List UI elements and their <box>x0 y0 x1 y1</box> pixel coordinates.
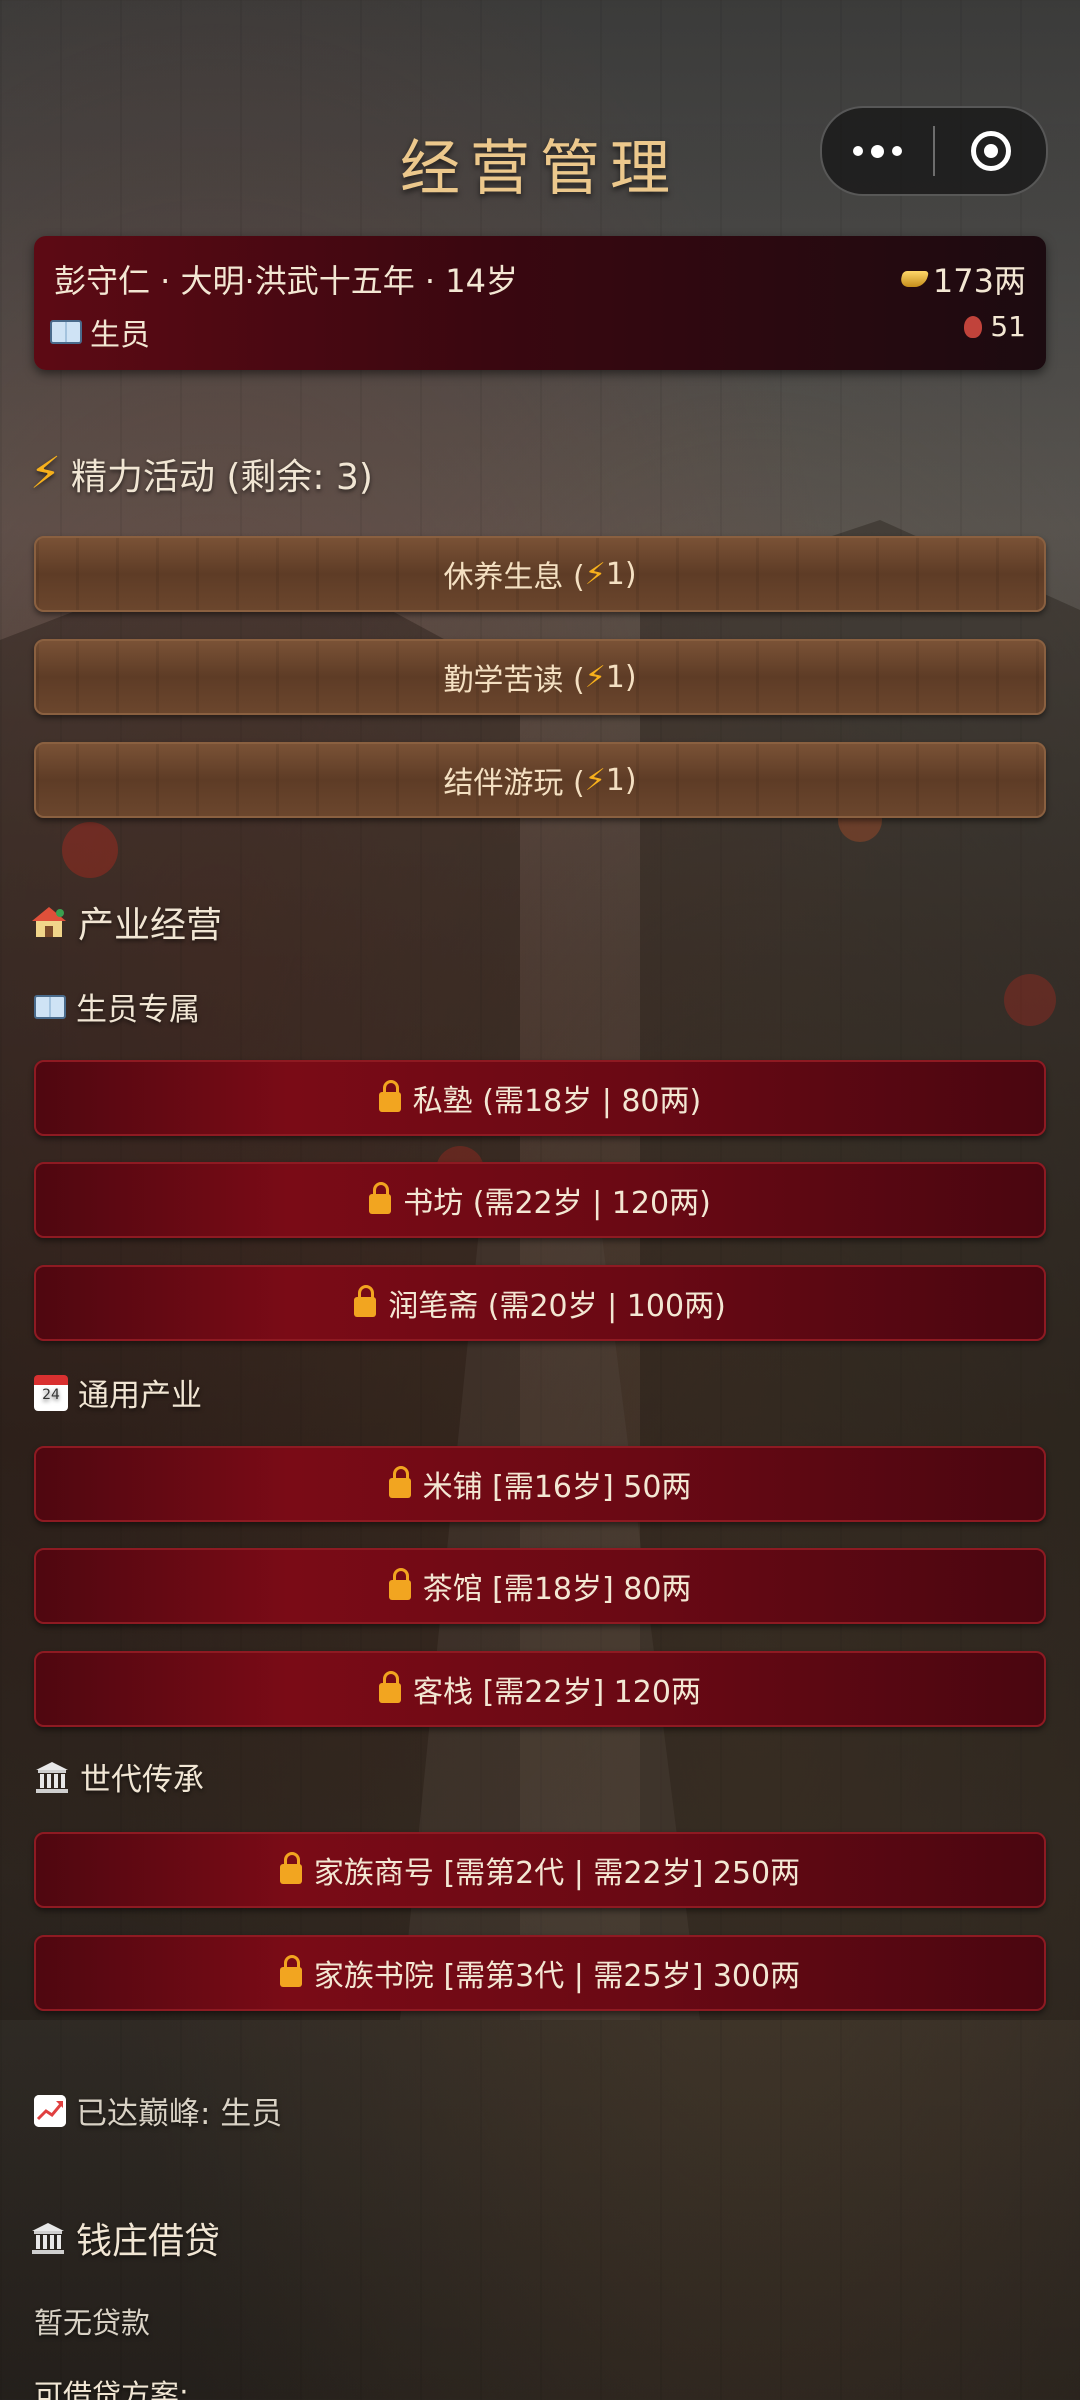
pouch-display: 51 <box>964 310 1026 343</box>
classical-building-icon <box>36 1761 68 1793</box>
close-button[interactable] <box>935 108 1046 194</box>
legacy-heading: 世代传承 <box>34 1754 204 1799</box>
industry-heading: 产业经营 <box>30 896 222 948</box>
target-circle-icon <box>970 131 1011 171</box>
lock-icon <box>388 1466 411 1498</box>
lock-icon <box>388 1568 411 1600</box>
character-info: 彭守仁 · 大明·洪武十五年 · 14岁 <box>54 262 518 300</box>
scholar-heading-text: 生员专属 <box>76 992 200 1028</box>
lock-icon <box>369 1182 392 1214</box>
loan-plans-label: 可借贷方案: <box>34 2378 189 2400</box>
chart-up-icon <box>34 2094 66 2127</box>
scholar-heading: 生员专属 <box>34 984 200 1029</box>
character-status-card: 彭守仁 · 大明·洪武十五年 · 14岁 生员 173两 51 <box>34 236 1046 370</box>
lock-icon <box>379 1671 402 1703</box>
industry-bookshop-button[interactable]: 书坊 (需22岁 | 120两) <box>34 1162 1046 1238</box>
action-study-button[interactable]: 勤学苦读 (⚡ 1) <box>34 639 1046 715</box>
industry-inn-button[interactable]: 客栈 [需22岁] 120两 <box>34 1651 1046 1727</box>
industry-writing-studio-button[interactable]: 润笔斋 (需20岁 | 100两) <box>34 1265 1046 1341</box>
more-button[interactable] <box>822 108 933 194</box>
energy-heading-text: 精力活动 (剩余: 3) <box>70 457 373 498</box>
pouch-value: 51 <box>990 310 1026 343</box>
general-heading: 24 通用产业 <box>34 1370 202 1415</box>
action-rest-button[interactable]: 休养生息 (⚡ 1) <box>34 536 1046 612</box>
character-rank: 生员 <box>50 310 150 354</box>
lock-icon <box>279 1852 302 1884</box>
loan-status: 暂无贷款 <box>34 2306 151 2340</box>
industry-rice-shop-button[interactable]: 米铺 [需16岁] 50两 <box>34 1446 1046 1522</box>
industry-teahouse-button[interactable]: 茶馆 [需18岁] 80两 <box>34 1548 1046 1624</box>
industry-private-school-button[interactable]: 私塾 (需18岁 | 80两) <box>34 1060 1046 1136</box>
more-dots-icon <box>853 144 902 158</box>
gold-ingot-icon <box>898 271 930 287</box>
industry-heading-text: 产业经营 <box>78 905 223 946</box>
lightning-icon: ⚡ <box>584 556 606 592</box>
lock-icon <box>279 1955 302 1987</box>
peak-status: 已达巅峰: 生员 <box>34 2088 282 2133</box>
action-play-button[interactable]: 结伴游玩 (⚡ 1) <box>34 742 1046 818</box>
house-icon <box>32 907 66 937</box>
loan-heading: 钱庄借贷 <box>30 2212 220 2264</box>
lock-icon <box>354 1285 377 1317</box>
loan-heading-text: 钱庄借贷 <box>76 2221 221 2262</box>
lock-icon <box>378 1080 401 1112</box>
lightning-icon: ⚡ <box>584 762 606 798</box>
bank-icon <box>32 2223 64 2254</box>
money-value: 173两 <box>932 262 1026 300</box>
legacy-heading-text: 世代传承 <box>80 1762 204 1798</box>
rank-label: 生员 <box>90 318 150 353</box>
calendar-icon: 24 <box>34 1374 68 1411</box>
book-icon <box>50 320 82 344</box>
peak-status-text: 已达巅峰: 生员 <box>76 2096 283 2132</box>
general-heading-text: 通用产业 <box>78 1378 202 1414</box>
top-bar: 经营管理 <box>0 0 1080 230</box>
energy-heading: ⚡ 精力活动 (剩余: 3) <box>30 448 373 500</box>
lightning-icon: ⚡ <box>30 448 61 499</box>
legacy-family-academy-button[interactable]: 家族书院 [需第3代 | 需25岁] 300两 <box>34 1935 1046 2011</box>
book-icon <box>34 994 66 1019</box>
pouch-icon <box>964 315 983 338</box>
legacy-family-firm-button[interactable]: 家族商号 [需第2代 | 需22岁] 250两 <box>34 1832 1046 1908</box>
mini-program-capsule <box>820 106 1048 196</box>
lightning-icon: ⚡ <box>584 659 606 695</box>
money-display: 173两 <box>898 256 1026 302</box>
